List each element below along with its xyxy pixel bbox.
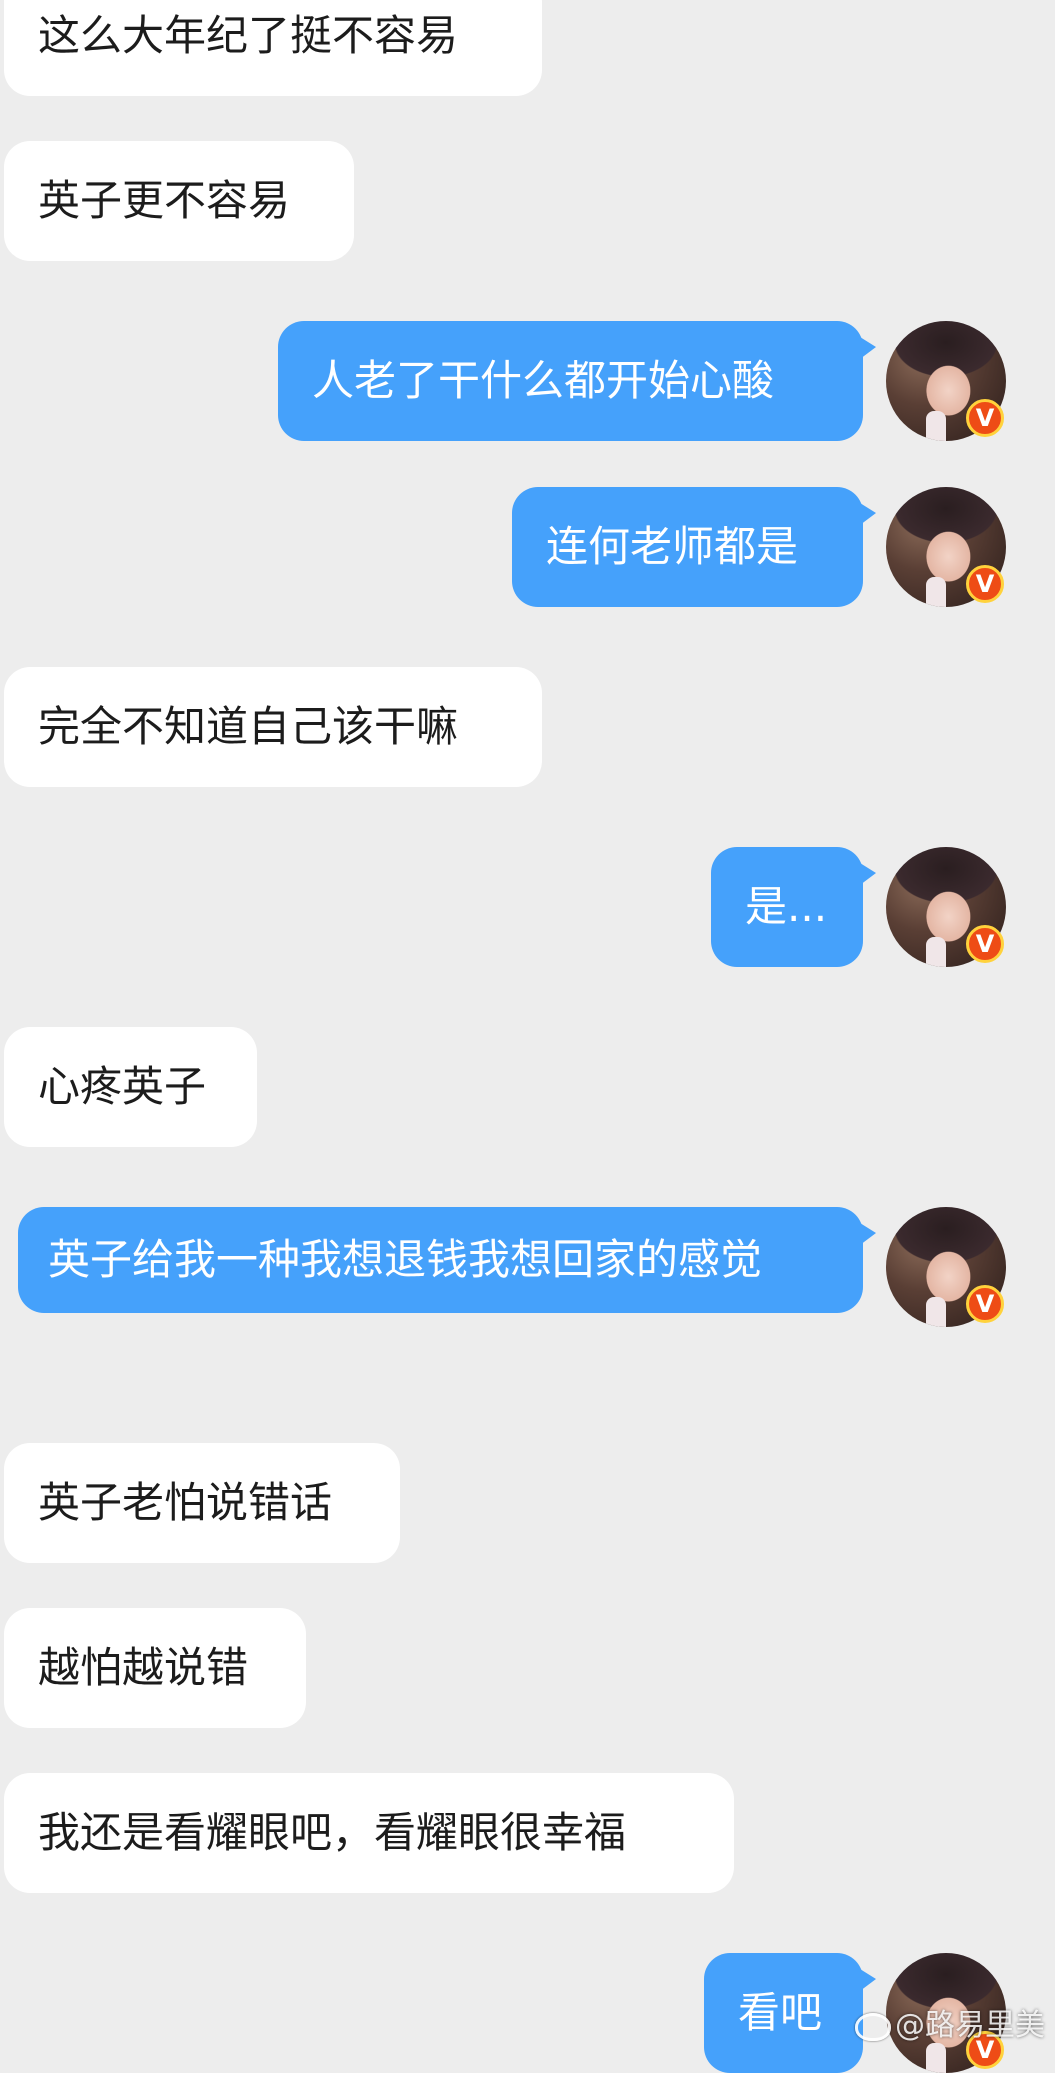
incoming-message[interactable]: 我还是看耀眼吧，看耀眼很幸福 xyxy=(4,1773,734,1893)
verified-badge-icon: V xyxy=(966,925,1004,963)
message-text: 英子老怕说错话 xyxy=(38,1478,333,1527)
message-text: 是... xyxy=(745,882,828,931)
incoming-message[interactable]: 英子更不容易 xyxy=(4,141,354,261)
incoming-message[interactable]: 越怕越说错 xyxy=(4,1608,306,1728)
message-text: 英子更不容易 xyxy=(38,176,291,225)
incoming-message[interactable]: 心疼英子 xyxy=(4,1027,257,1147)
message-text: 人老了干什么都开始心酸 xyxy=(312,356,775,405)
avatar[interactable]: V xyxy=(886,847,1006,967)
incoming-message[interactable]: 这么大年纪了挺不容易 xyxy=(4,0,542,96)
outgoing-message[interactable]: 人老了干什么都开始心酸 xyxy=(278,321,876,441)
message-text: 连何老师都是 xyxy=(546,522,799,571)
avatar[interactable]: V xyxy=(886,321,1006,441)
verified-badge-icon: V xyxy=(966,399,1004,437)
outgoing-message[interactable]: 是... xyxy=(711,847,876,967)
message-text: 这么大年纪了挺不容易 xyxy=(38,11,459,60)
message-text: 完全不知道自己该干嘛 xyxy=(38,702,459,751)
incoming-message[interactable]: 完全不知道自己该干嘛 xyxy=(4,667,542,787)
weibo-logo-icon xyxy=(855,2012,891,2041)
avatar[interactable]: V xyxy=(886,487,1006,607)
verified-badge-icon: V xyxy=(966,1285,1004,1323)
watermark: @路易里美 xyxy=(855,2000,1045,2044)
outgoing-message[interactable]: 英子给我一种我想退钱我想回家的感觉 xyxy=(18,1207,876,1313)
watermark-text: @路易里美 xyxy=(895,2008,1045,2043)
message-text: 越怕越说错 xyxy=(38,1643,249,1692)
avatar[interactable]: V xyxy=(886,1207,1006,1327)
message-text: 看吧 xyxy=(738,1988,823,2037)
incoming-message[interactable]: 英子老怕说错话 xyxy=(4,1443,400,1563)
verified-badge-icon: V xyxy=(966,565,1004,603)
message-text: 英子给我一种我想退钱我想回家的感觉 xyxy=(48,1235,763,1284)
outgoing-message[interactable]: 连何老师都是 xyxy=(512,487,876,607)
outgoing-message[interactable]: 看吧 xyxy=(704,1953,876,2073)
message-text: 心疼英子 xyxy=(38,1062,207,1111)
message-text: 我还是看耀眼吧，看耀眼很幸福 xyxy=(38,1808,627,1857)
